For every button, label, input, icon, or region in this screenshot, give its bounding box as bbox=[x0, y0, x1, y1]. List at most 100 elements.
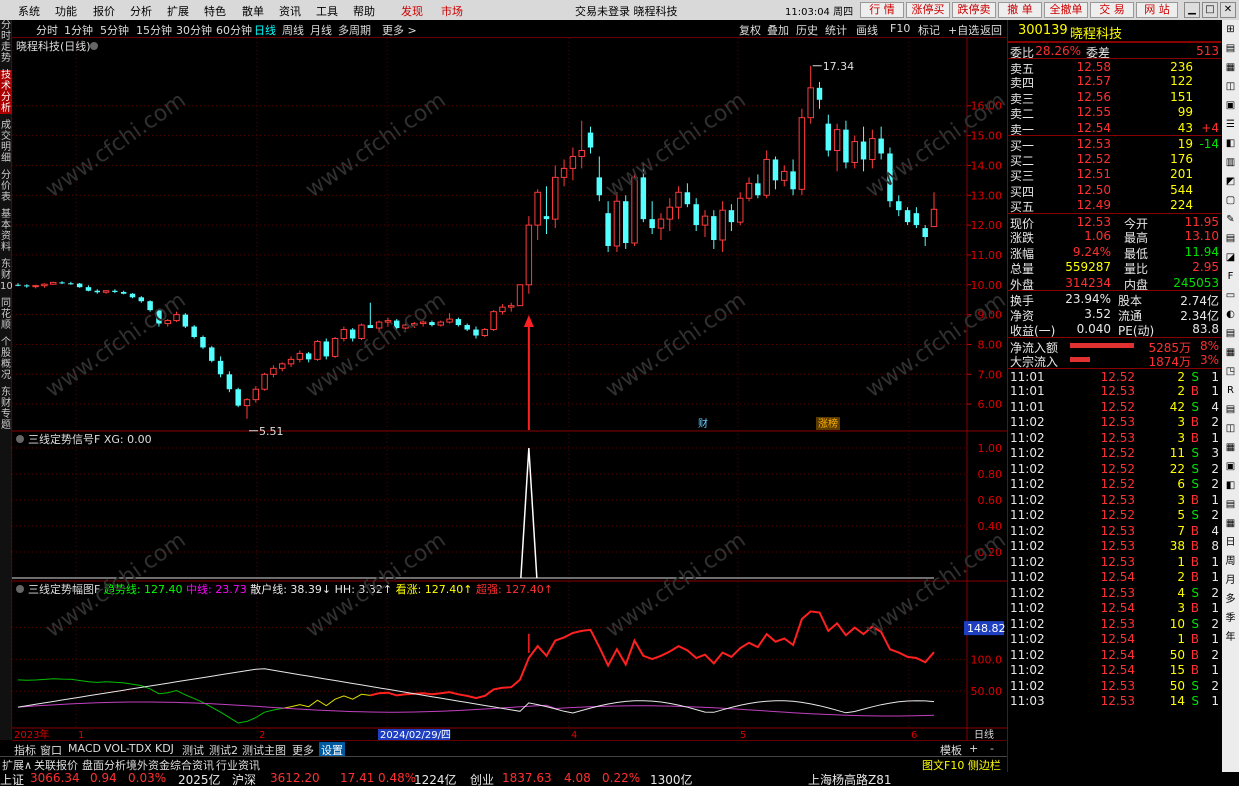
template-control[interactable]: - bbox=[990, 742, 994, 755]
menu-item[interactable]: 分析 bbox=[130, 3, 152, 19]
chart-tool-button[interactable]: 复权 bbox=[739, 22, 761, 38]
menu-item[interactable]: 散单 bbox=[242, 3, 264, 19]
side-tool-icon[interactable]: ▤ bbox=[1222, 39, 1239, 58]
period-tab[interactable]: 5分钟 bbox=[100, 22, 129, 38]
f10-sidebar-toggle[interactable]: 图文F10 侧边栏 bbox=[922, 757, 1001, 773]
minimize-icon[interactable]: ▁ bbox=[1184, 2, 1200, 18]
side-tool-icon[interactable]: ◪ bbox=[1222, 248, 1239, 267]
template-control[interactable]: + bbox=[969, 742, 978, 755]
toolbar-button[interactable]: 跌停卖 bbox=[952, 2, 996, 18]
side-tool-icon[interactable]: ◐ bbox=[1222, 305, 1239, 324]
period-tab[interactable]: 多周期 bbox=[338, 22, 371, 38]
left-tab[interactable]: 技术分析 bbox=[0, 70, 12, 114]
side-tool-icon[interactable]: ▤ bbox=[1222, 324, 1239, 343]
indicator1-settings-icon[interactable] bbox=[16, 435, 24, 443]
side-tool-icon[interactable]: ☰ bbox=[1222, 115, 1239, 134]
indicator-tab[interactable]: MACD bbox=[68, 742, 101, 755]
side-tool-icon[interactable]: ◧ bbox=[1222, 134, 1239, 153]
period-tab[interactable]: 周线 bbox=[282, 22, 304, 38]
side-tool-icon[interactable]: ▣ bbox=[1222, 457, 1239, 476]
indicator-tab[interactable]: KDJ bbox=[155, 742, 174, 755]
toolbar-button[interactable]: 行 情 bbox=[860, 2, 904, 18]
side-tool-icon[interactable]: ◳ bbox=[1222, 362, 1239, 381]
period-shortcut[interactable]: 多 bbox=[1222, 590, 1239, 609]
left-tab[interactable]: 基本资料 bbox=[0, 209, 12, 253]
menu-item[interactable]: 报价 bbox=[93, 3, 115, 19]
left-tab[interactable]: 东财专题 bbox=[0, 387, 12, 431]
side-tool-icon[interactable]: ▦ bbox=[1222, 438, 1239, 457]
side-tool-icon[interactable]: ▦ bbox=[1222, 343, 1239, 362]
period-shortcut[interactable]: 周 bbox=[1222, 552, 1239, 571]
period-shortcut[interactable]: 月 bbox=[1222, 571, 1239, 590]
side-tool-icon[interactable]: ⊞ bbox=[1222, 20, 1239, 39]
period-tab[interactable]: 15分钟 bbox=[136, 22, 172, 38]
chart-tool-button[interactable]: F10 bbox=[890, 22, 910, 35]
chart-tool-button[interactable]: 统计 bbox=[825, 22, 847, 38]
menu-item[interactable]: 扩展 bbox=[167, 3, 189, 19]
left-tab[interactable]: 分价表 bbox=[0, 170, 12, 203]
period-tab[interactable]: 月线 bbox=[310, 22, 332, 38]
menu-item[interactable]: 资讯 bbox=[279, 3, 301, 19]
side-tool-icon[interactable]: F bbox=[1222, 267, 1239, 286]
toolbar-button[interactable]: 交 易 bbox=[1090, 2, 1134, 18]
menu-item[interactable]: 工具 bbox=[316, 3, 338, 19]
left-tab[interactable]: 同花顺 bbox=[0, 298, 12, 331]
side-tool-icon[interactable]: ▦ bbox=[1222, 514, 1239, 533]
side-tool-icon[interactable]: ◧ bbox=[1222, 476, 1239, 495]
chart-tool-button[interactable]: 画线 bbox=[856, 22, 878, 38]
tick-row: 11:02 12.53 3 B 1 bbox=[1008, 492, 1221, 508]
indicator-tab[interactable]: VOL-TDX bbox=[104, 742, 152, 755]
left-tab[interactable]: 东财10 bbox=[0, 259, 13, 292]
chart-tool-button[interactable]: 叠加 bbox=[767, 22, 789, 38]
chart-settings-icon[interactable] bbox=[90, 42, 98, 50]
side-tool-icon[interactable]: ▢ bbox=[1222, 191, 1239, 210]
side-tool-icon[interactable]: ✎ bbox=[1222, 210, 1239, 229]
left-tab[interactable]: 个股概况 bbox=[0, 337, 12, 381]
period-shortcut[interactable]: 日 bbox=[1222, 533, 1239, 552]
period-tab[interactable]: 日线 bbox=[254, 22, 276, 38]
side-tool-icon[interactable]: ▤ bbox=[1222, 495, 1239, 514]
period-tab[interactable]: 60分钟 bbox=[216, 22, 252, 38]
chart-tool-button[interactable]: 历史 bbox=[796, 22, 818, 38]
flow-bar bbox=[1070, 342, 1134, 348]
side-tool-icon[interactable]: ▥ bbox=[1222, 153, 1239, 172]
period-tab[interactable]: 更多 > bbox=[382, 22, 417, 38]
left-tab[interactable]: 分时走势 bbox=[0, 20, 12, 64]
period-tab[interactable]: 1分钟 bbox=[64, 22, 93, 38]
close-icon[interactable]: ✕ bbox=[1220, 2, 1236, 18]
menu-item[interactable]: 帮助 bbox=[353, 3, 375, 19]
finance-event-label[interactable]: 财 bbox=[698, 417, 708, 430]
side-tool-icon[interactable]: ◫ bbox=[1222, 419, 1239, 438]
period-tab[interactable]: 分时 bbox=[36, 22, 58, 38]
menu-market[interactable]: 市场 bbox=[441, 3, 463, 19]
side-tool-icon[interactable]: ▤ bbox=[1222, 400, 1239, 419]
side-tool-icon[interactable]: ◩ bbox=[1222, 172, 1239, 191]
menu-item[interactable]: 系统 bbox=[18, 3, 40, 19]
kline-chart-area[interactable]: 16.0015.0014.0013.0012.0011.0010.009.008… bbox=[12, 38, 1007, 740]
side-tool-icon[interactable]: ▣ bbox=[1222, 96, 1239, 115]
toolbar-button[interactable]: 全撤单 bbox=[1044, 2, 1088, 18]
toolbar-button[interactable]: 网 站 bbox=[1136, 2, 1178, 18]
period-tab[interactable]: 30分钟 bbox=[176, 22, 212, 38]
period-shortcut[interactable]: 季 bbox=[1222, 609, 1239, 628]
side-tool-icon[interactable]: ▤ bbox=[1222, 229, 1239, 248]
toolbar-button[interactable]: 撤 单 bbox=[998, 2, 1042, 18]
menu-item[interactable]: 功能 bbox=[55, 3, 77, 19]
chart-tool-button[interactable]: 返回 bbox=[980, 22, 1002, 38]
left-tab[interactable]: 成交明细 bbox=[0, 120, 12, 164]
maximize-icon[interactable]: □ bbox=[1202, 2, 1218, 18]
indicator2-settings-icon[interactable] bbox=[16, 585, 24, 593]
menu-item[interactable]: 特色 bbox=[204, 3, 226, 19]
side-tool-icon[interactable]: R bbox=[1222, 381, 1239, 400]
side-tool-icon[interactable]: ▭ bbox=[1222, 286, 1239, 305]
toolbar-button[interactable]: 涨停买 bbox=[906, 2, 950, 18]
side-tool-icon[interactable]: ▦ bbox=[1222, 58, 1239, 77]
chart-tool-button[interactable]: +自选 bbox=[948, 22, 979, 38]
menu-find[interactable]: 发现 bbox=[401, 3, 423, 19]
side-tool-icon[interactable]: ◫ bbox=[1222, 77, 1239, 96]
period-shortcut[interactable]: 年 bbox=[1222, 628, 1239, 647]
status-sz-label: 沪深 bbox=[232, 773, 257, 786]
limit-up-label[interactable]: 涨榜 bbox=[818, 417, 838, 430]
chart-tool-button[interactable]: 标记 bbox=[918, 22, 940, 38]
period-indicator[interactable]: 日线 bbox=[974, 728, 994, 740]
